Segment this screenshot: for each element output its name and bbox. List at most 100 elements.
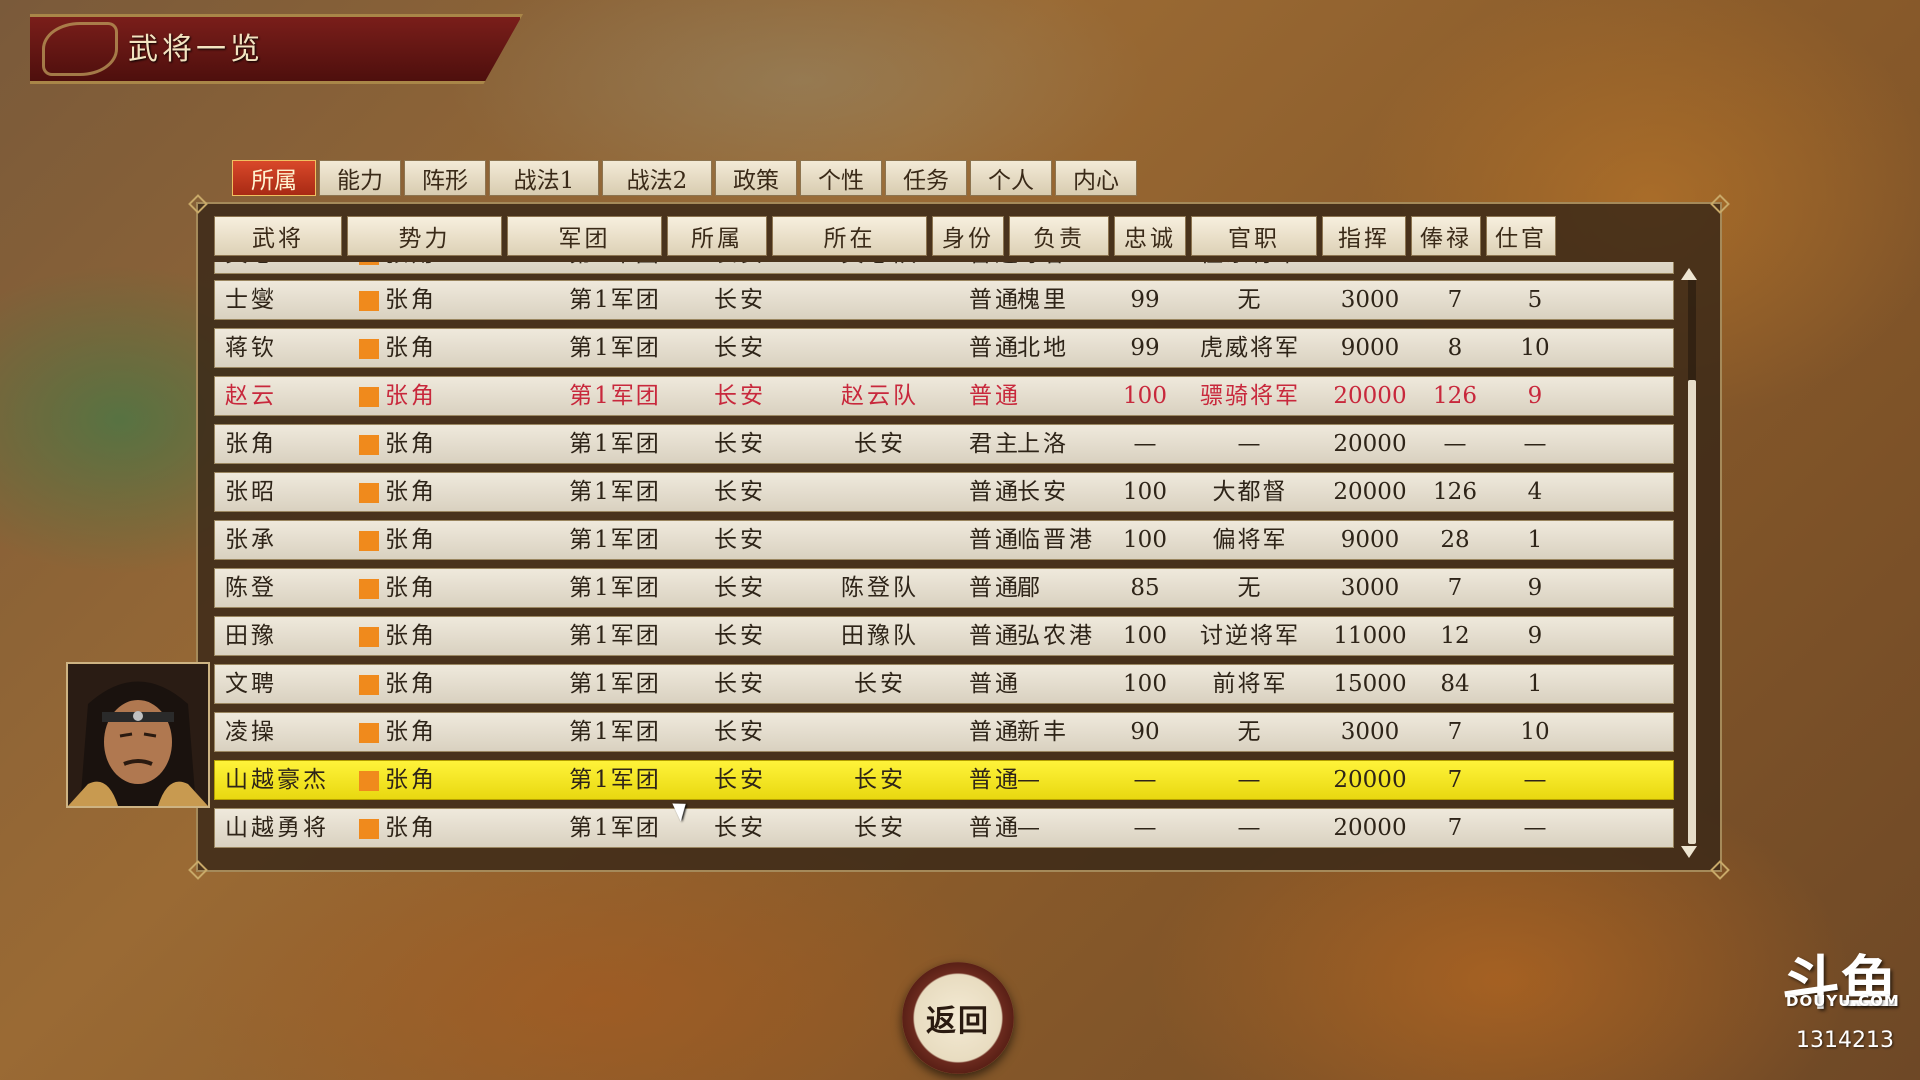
- table-row[interactable]: 凌操 张角 第1军团 长安 普通 新丰 90 无 3000 7 10: [214, 712, 1674, 752]
- column-header-service[interactable]: 仕官: [1486, 216, 1556, 256]
- column-header-loyalty[interactable]: 忠诚: [1114, 216, 1186, 256]
- tab-policy[interactable]: 政策: [715, 160, 797, 196]
- table-row[interactable]: 山越勇将 张角 第1军团 长安 长安 普通 — — —20000 7—: [214, 808, 1674, 848]
- cell-corps: 第1军团: [569, 623, 661, 649]
- column-header-duty[interactable]: 负责: [1009, 216, 1109, 256]
- cell-force: 张角: [385, 671, 437, 697]
- table-row[interactable]: 黄忠 张角 第1军团 长安 黄忠队 普通 寿春 100 征东将军 18000 1…: [214, 262, 1674, 274]
- cell-force: 张角: [385, 575, 437, 601]
- table-row[interactable]: 张角 张角 第1军团 长安 长安 君主 上洛 — —20000— —: [214, 424, 1674, 464]
- cell-force: 张角: [385, 287, 437, 313]
- table-row[interactable]: 文聘 张角 第1军团 长安 长安 普通 100 前将军 15000 84 1: [214, 664, 1674, 704]
- column-header-status[interactable]: 身份: [932, 216, 1004, 256]
- force-color-swatch: [359, 339, 379, 359]
- force-color-swatch: [359, 675, 379, 695]
- cell-officer: 士燮: [225, 287, 277, 313]
- force-color-swatch: [359, 819, 379, 839]
- cell-belongs: 长安: [685, 262, 795, 273]
- cell-location: 陈登队: [841, 575, 919, 601]
- cell-corps: 第1军团: [569, 575, 661, 601]
- tab-tactics-2[interactable]: 战法2: [602, 160, 712, 196]
- tab-personality[interactable]: 个性: [800, 160, 882, 196]
- tab-affiliation[interactable]: 所属: [232, 160, 316, 196]
- table-row[interactable]: 田豫 张角 第1军团 长安 田豫队 普通 弘农港 100 讨逆将军 11000 12 9: [214, 616, 1674, 656]
- tab-personal[interactable]: 个人: [970, 160, 1052, 196]
- panel-corner-ornament: [1710, 194, 1730, 214]
- cell-corps: 第1军团: [540, 262, 690, 273]
- column-header-rank[interactable]: 官职: [1191, 216, 1317, 256]
- table-row[interactable]: 张昭 张角 第1军团 长安 普通 长安 100 大都督 20000 126 4: [214, 472, 1674, 512]
- cell-service: —: [1523, 815, 1547, 841]
- cell-officer: 陈登: [225, 575, 277, 601]
- cell-status: 普通: [969, 671, 1021, 697]
- cell-corps: 第1军团: [569, 767, 661, 793]
- column-header-force[interactable]: 势力: [347, 216, 502, 256]
- table-row[interactable]: 张承 张角 第1军团 长安 普通 临晋港 100 偏将军 9000 28 1: [214, 520, 1674, 560]
- table-row[interactable]: 陈登 张角 第1军团 长安 陈登队 普通郿 85 无 3000 7 9: [214, 568, 1674, 608]
- cell-rank: 虎威将军: [1200, 335, 1300, 361]
- column-header-corps[interactable]: 军团: [507, 216, 662, 256]
- force-color-swatch: [359, 627, 379, 647]
- cell-officer: 黄忠: [225, 262, 277, 273]
- scroll-down-arrow-icon[interactable]: [1681, 846, 1697, 858]
- cell-belongs: 长安: [714, 383, 766, 409]
- table-row[interactable]: 赵云 张角 第1军团 长安 赵云队 普通 100 骠骑将军 20000 126 9: [214, 376, 1674, 416]
- cell-belongs: 长安: [714, 575, 766, 601]
- cell-duty: 临晋港: [1017, 527, 1095, 553]
- cell-service: 1: [1527, 671, 1543, 697]
- scrollbar-thumb[interactable]: [1688, 380, 1696, 844]
- cell-duty: 郿: [1017, 575, 1043, 601]
- cell-force: 张角: [385, 383, 437, 409]
- table-row[interactable]: 蒋钦 张角 第1军团 长安 普通 北地 99 虎威将军 9000 8 10: [214, 328, 1674, 368]
- cell-duty: 槐里: [1017, 287, 1069, 313]
- table-row[interactable]: 山越豪杰 张角 第1军团 长安 长安 普通 — — —20000 7—: [214, 760, 1674, 800]
- cell-service: 10: [1520, 719, 1550, 745]
- scroll-up-arrow-icon[interactable]: [1681, 268, 1697, 280]
- return-button[interactable]: 返回: [902, 962, 1014, 1074]
- cell-location: 田豫队: [841, 623, 919, 649]
- column-header-officer[interactable]: 武将: [214, 216, 342, 256]
- cell-corps: 第1军团: [569, 383, 661, 409]
- force-color-swatch: [359, 723, 379, 743]
- column-header-salary[interactable]: 俸禄: [1411, 216, 1481, 256]
- cell-status: 普通: [969, 383, 1021, 409]
- cell-rank: —: [1237, 431, 1263, 457]
- tab-inner-heart[interactable]: 内心: [1055, 160, 1137, 196]
- cell-rank: 偏将军: [1212, 527, 1288, 553]
- table-row[interactable]: 士燮 张角 第1军团 长安 普通 槐里 99 无 3000 7 5: [214, 280, 1674, 320]
- tab-tactics-1[interactable]: 战法1: [489, 160, 599, 196]
- column-header-command[interactable]: 指挥: [1322, 216, 1406, 256]
- cell-location: 长安: [854, 431, 906, 457]
- cell-corps: 第1军团: [569, 479, 661, 505]
- cell-service: —: [1523, 431, 1547, 457]
- cell-location: [805, 713, 955, 751]
- cell-corps: 第1军团: [569, 287, 661, 313]
- force-color-swatch: [359, 579, 379, 599]
- cell-force: 张角: [385, 479, 437, 505]
- force-color-swatch: [359, 531, 379, 551]
- column-header-location[interactable]: 所在: [772, 216, 927, 256]
- cell-belongs: 长安: [714, 815, 766, 841]
- cell-rank: 前将军: [1212, 671, 1288, 697]
- cell-force: 张角: [385, 623, 437, 649]
- tab-bar: 所属 能力 阵形 战法1 战法2 政策 个性 任务 个人 内心: [232, 160, 1140, 198]
- cell-force: 张角: [385, 527, 437, 553]
- cell-corps: 第1军团: [569, 671, 661, 697]
- cell-duty: 上洛: [1017, 431, 1069, 457]
- cell-rank: —: [1237, 815, 1263, 841]
- cell-location: 黄忠队: [805, 262, 955, 273]
- tab-formation[interactable]: 阵形: [404, 160, 486, 196]
- tab-mission[interactable]: 任务: [885, 160, 967, 196]
- cell-location: [805, 473, 955, 511]
- cell-officer: 赵云: [225, 383, 277, 409]
- officer-portrait: [66, 662, 210, 808]
- column-header-belongs[interactable]: 所属: [667, 216, 767, 256]
- cell-belongs: 长安: [714, 287, 766, 313]
- cell-corps: 第1军团: [569, 335, 661, 361]
- cell-corps: 第1军团: [569, 815, 661, 841]
- cell-duty: 弘农港: [1017, 623, 1095, 649]
- tab-ability[interactable]: 能力: [319, 160, 401, 196]
- cell-corps: 第1军团: [569, 431, 661, 457]
- cell-rank: 大都督: [1212, 479, 1288, 505]
- cell-belongs: 长安: [714, 623, 766, 649]
